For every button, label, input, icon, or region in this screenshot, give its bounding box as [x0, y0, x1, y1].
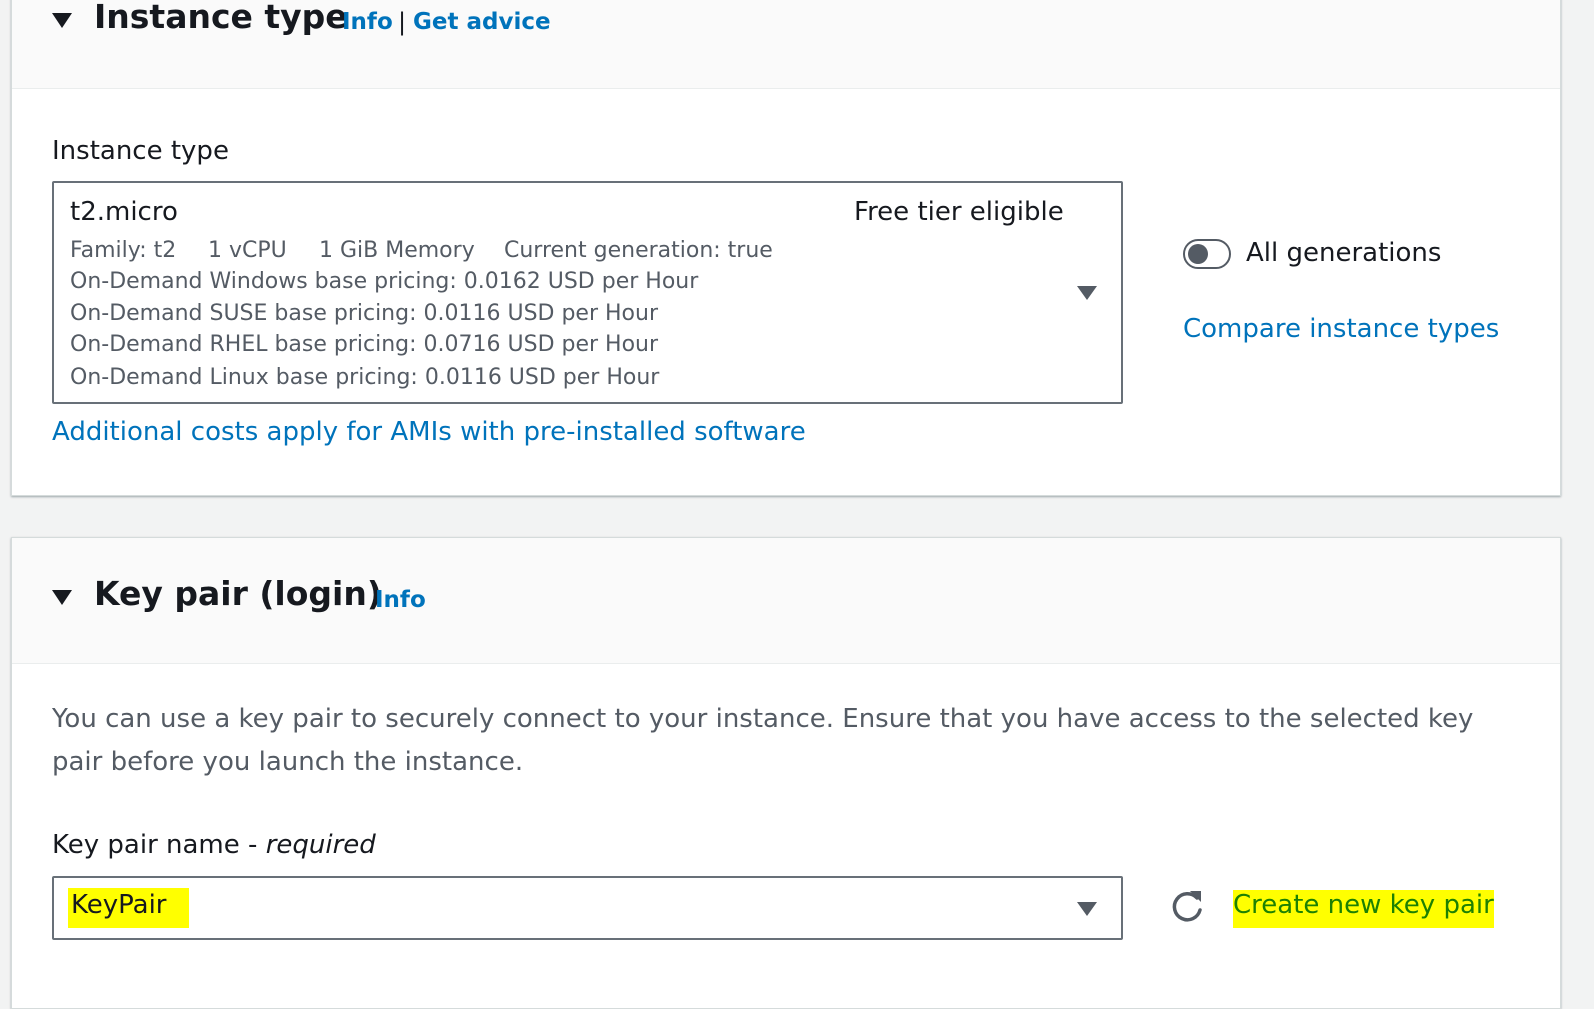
pricing-suse: On-Demand SUSE base pricing: 0.0116 USD …: [70, 301, 658, 326]
collapse-caret-icon[interactable]: [52, 13, 72, 28]
get-advice-link[interactable]: Get advice: [413, 9, 551, 35]
instance-type-field-label: Instance type: [52, 136, 229, 166]
key-pair-panel: Key pair (login) Info You can use a key …: [11, 537, 1561, 1009]
instance-type-select[interactable]: t2.micro Free tier eligible Family: t2 1…: [52, 181, 1123, 404]
additional-costs-link[interactable]: Additional costs apply for AMIs with pre…: [52, 417, 806, 447]
pricing-rhel: On-Demand RHEL base pricing: 0.0716 USD …: [70, 332, 659, 357]
instance-generation: Current generation: true: [504, 238, 773, 263]
key-pair-field-label: Key pair name - required: [52, 830, 376, 860]
dropdown-arrow-icon: [1077, 902, 1097, 916]
pricing-windows: On-Demand Windows base pricing: 0.0162 U…: [70, 269, 699, 294]
key-pair-selected-value: KeyPair: [68, 888, 189, 928]
compare-instance-types-link[interactable]: Compare instance types: [1183, 314, 1499, 344]
instance-type-panel: Instance type Info | Get advice Instance…: [11, 0, 1561, 496]
pricing-linux: On-Demand Linux base pricing: 0.0116 USD…: [70, 365, 660, 390]
dropdown-arrow-icon: [1077, 286, 1097, 300]
key-pair-description: You can use a key pair to securely conne…: [52, 704, 1474, 777]
free-tier-badge: Free tier eligible: [854, 197, 1064, 227]
toggle-knob: [1188, 244, 1208, 264]
all-generations-label: All generations: [1246, 238, 1442, 268]
instance-type-info-link[interactable]: Info: [342, 9, 393, 35]
key-pair-header: Key pair (login) Info: [12, 538, 1560, 664]
instance-type-title: Instance type: [94, 0, 348, 36]
instance-memory: 1 GiB Memory: [319, 238, 475, 263]
all-generations-toggle[interactable]: [1183, 239, 1231, 269]
refresh-icon[interactable]: [1170, 888, 1206, 924]
instance-vcpu: 1 vCPU: [208, 238, 287, 263]
instance-type-header: Instance type Info | Get advice: [12, 0, 1560, 89]
instance-family: Family: t2: [70, 238, 177, 263]
collapse-caret-icon[interactable]: [52, 590, 72, 605]
instance-type-name: t2.micro: [70, 197, 178, 227]
create-new-key-pair-link[interactable]: Create new key pair: [1233, 890, 1494, 928]
key-pair-select[interactable]: KeyPair: [52, 876, 1123, 940]
key-pair-info-link[interactable]: Info: [375, 587, 426, 613]
key-pair-title: Key pair (login): [94, 574, 382, 613]
header-separator: |: [398, 8, 407, 36]
